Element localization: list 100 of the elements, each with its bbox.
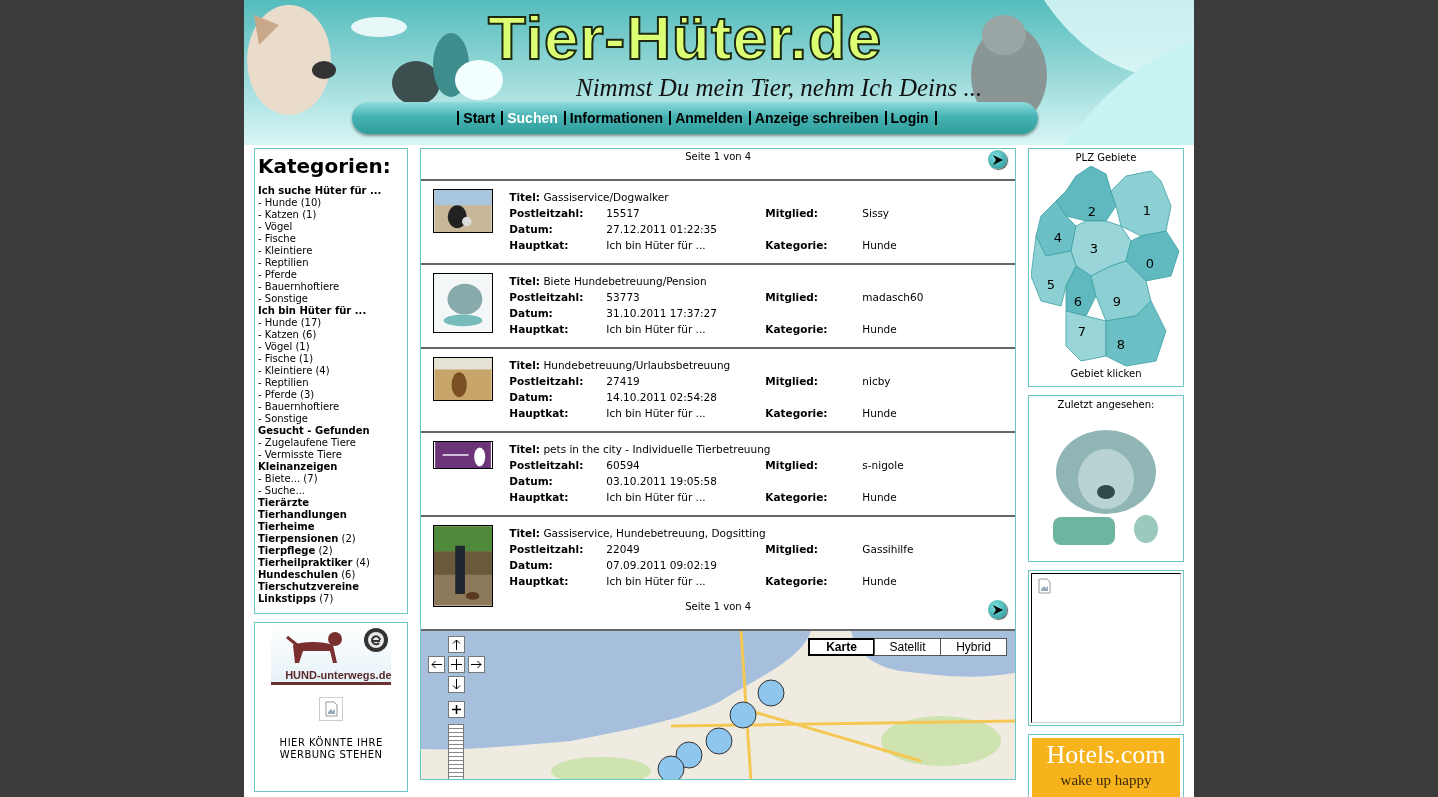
category-link[interactable]: - Hunde (17) [258,317,405,329]
arrow-icon [471,659,483,670]
hotels-ad[interactable]: Hotels.com wake up happy [1032,738,1180,797]
category-link[interactable]: Tierheilpraktiker (4) [258,557,405,569]
field-value: Hunde [862,406,898,421]
next-page-button[interactable] [988,150,1007,169]
broken-image-icon [324,701,338,717]
category-link[interactable]: - Katzen (6) [258,329,405,341]
field-value: 07.09.2011 09:02:19 [606,558,718,573]
field-label: Postleitzahl: [509,458,585,473]
listing-title[interactable]: Titel: Gassiservice/Dogwalker [509,189,1015,205]
postal-region[interactable]: 4 [1035,200,1077,257]
ad-placeholder-text: HIER KÖNNTE IHRE WERBUNG STEHEN [278,737,384,761]
slogan: Nimmst Du mein Tier, nehm Ich Deins ... [576,74,983,102]
field-value: 27.12.2011 01:22:35 [606,222,718,237]
category-link[interactable]: Tierärzte [258,497,405,509]
zoom-in-button[interactable] [448,701,466,718]
postal-region[interactable]: 6 [1065,265,1097,317]
ad-banner[interactable]: HUND-unterwegs.de [271,625,392,685]
pan-down-button[interactable] [448,676,466,693]
category-link[interactable]: Tierschutzvereine [258,581,405,593]
map-type-button[interactable]: Karte [808,638,875,656]
category-link[interactable]: - Sonstige [258,293,405,305]
field-value: Ich bin Hüter für ... [606,490,707,505]
category-link[interactable]: - Vögel (1) [258,341,405,353]
pan-up-button[interactable] [448,636,466,653]
field-value: Ich bin Hüter für ... [606,238,707,253]
category-link[interactable]: - Kleintiere [258,245,405,257]
field-label: Kategorie: [765,406,829,421]
field-label: Mitglied: [765,374,819,389]
next-page-button[interactable] [988,600,1007,619]
nav-link[interactable]: Start [457,111,502,125]
field-label: Datum: [509,558,554,573]
category-link[interactable]: Tierhandlungen [258,509,405,521]
field-value: 27419 [606,374,641,389]
category-link[interactable]: - Suche... [258,485,405,497]
nav-link[interactable]: Informationen [563,111,670,125]
category-link[interactable]: - Bauernhoftiere [258,281,405,293]
field-value: 03.10.2011 19:05:58 [606,474,718,489]
listing-title[interactable]: Titel: pets in the city - Individuelle Tierbetreuung [509,441,1015,457]
category-link[interactable]: - Reptilien [258,257,405,269]
listing-title[interactable]: Titel: Hundebetreuung/Urlaubsbetreuung [509,357,1015,373]
broken-image-icon [1038,578,1051,594]
category-link[interactable]: - Reptilien [258,377,405,389]
postal-region[interactable]: 7 [1065,310,1107,362]
category-link[interactable]: - Fische [258,233,405,245]
postal-region[interactable]: 0 [1125,230,1180,282]
field-value: 14.10.2011 02:54:28 [606,390,718,405]
map-type-button[interactable]: Hybrid [940,638,1007,656]
category-link[interactable]: - Bauernhoftiere [258,401,405,413]
category-link[interactable]: - Vermisste Tiere [258,449,405,461]
category-link[interactable]: - Pferde [258,269,405,281]
nav-link[interactable]: Anzeige schreiben [748,111,885,125]
listing-title[interactable]: Titel: Gassiservice, Hundebetreuung, Dogsitting [509,525,1015,541]
postal-region[interactable]: 1 [1110,170,1172,237]
category-link[interactable]: Tierpflege (2) [258,545,405,557]
field-value: Sissy [862,206,891,221]
category-link[interactable]: - Hunde (10) [258,197,405,209]
category-link[interactable]: - Pferde (3) [258,389,405,401]
category-link[interactable]: Kleinanzeigen [258,461,405,473]
field-label: Datum: [509,306,554,321]
field-label: Postleitzahl: [509,542,585,557]
field-value: madasch60 [862,290,925,305]
ad-tagline: wake up happy [1060,772,1152,788]
pan-left-button[interactable] [428,656,446,673]
map-type-button[interactable]: Satellit [874,638,941,656]
category-link[interactable]: Ich bin Hüter für ... [258,305,405,317]
category-link[interactable]: Tierheime [258,521,405,533]
postal-region[interactable]: 3 [1070,220,1132,277]
category-link[interactable]: - Sonstige [258,413,405,425]
field-label: Hauptkat: [509,238,570,253]
field-label: Mitglied: [765,542,819,557]
category-link[interactable]: - Vögel [258,221,405,233]
category-link[interactable]: Gesucht - Gefunden [258,425,405,437]
field-value: Hunde [862,574,898,589]
ad-brand: Hotels.com [1046,739,1166,771]
field-value: Hunde [862,238,898,253]
listing-title[interactable]: Titel: Biete Hundebetreuung/Pension [509,273,1015,289]
category-link[interactable]: Hundeschulen (6) [258,569,405,581]
category-link[interactable]: - Fische (1) [258,353,405,365]
field-label: Hauptkat: [509,322,570,337]
field-label: Hauptkat: [509,406,570,421]
pan-center-button[interactable] [448,656,466,673]
banner-text: HUND-unterwegs.de [285,669,392,681]
sidebar-title: Kategorien: [258,153,392,179]
category-link[interactable]: - Katzen (1) [258,209,405,221]
pan-right-button[interactable] [468,656,486,673]
category-link[interactable]: Tierpensionen (2) [258,533,405,545]
nav-link[interactable]: Anmelden [669,111,749,125]
field-label: Kategorie: [765,490,829,505]
postal-region[interactable]: 2 [1055,166,1117,222]
box-title: Zuletzt angesehen: [1056,398,1156,411]
category-link[interactable]: - Biete... (7) [258,473,405,485]
category-link[interactable]: Linkstipps (7) [258,593,405,605]
category-link[interactable]: Ich suche Hüter für ... [258,185,405,197]
field-label: Datum: [509,390,554,405]
field-value: Ich bin Hüter für ... [606,406,707,421]
category-link[interactable]: - Kleintiere (4) [258,365,405,377]
category-link[interactable]: - Zugelaufene Tiere [258,437,405,449]
arrow-icon [451,704,463,715]
